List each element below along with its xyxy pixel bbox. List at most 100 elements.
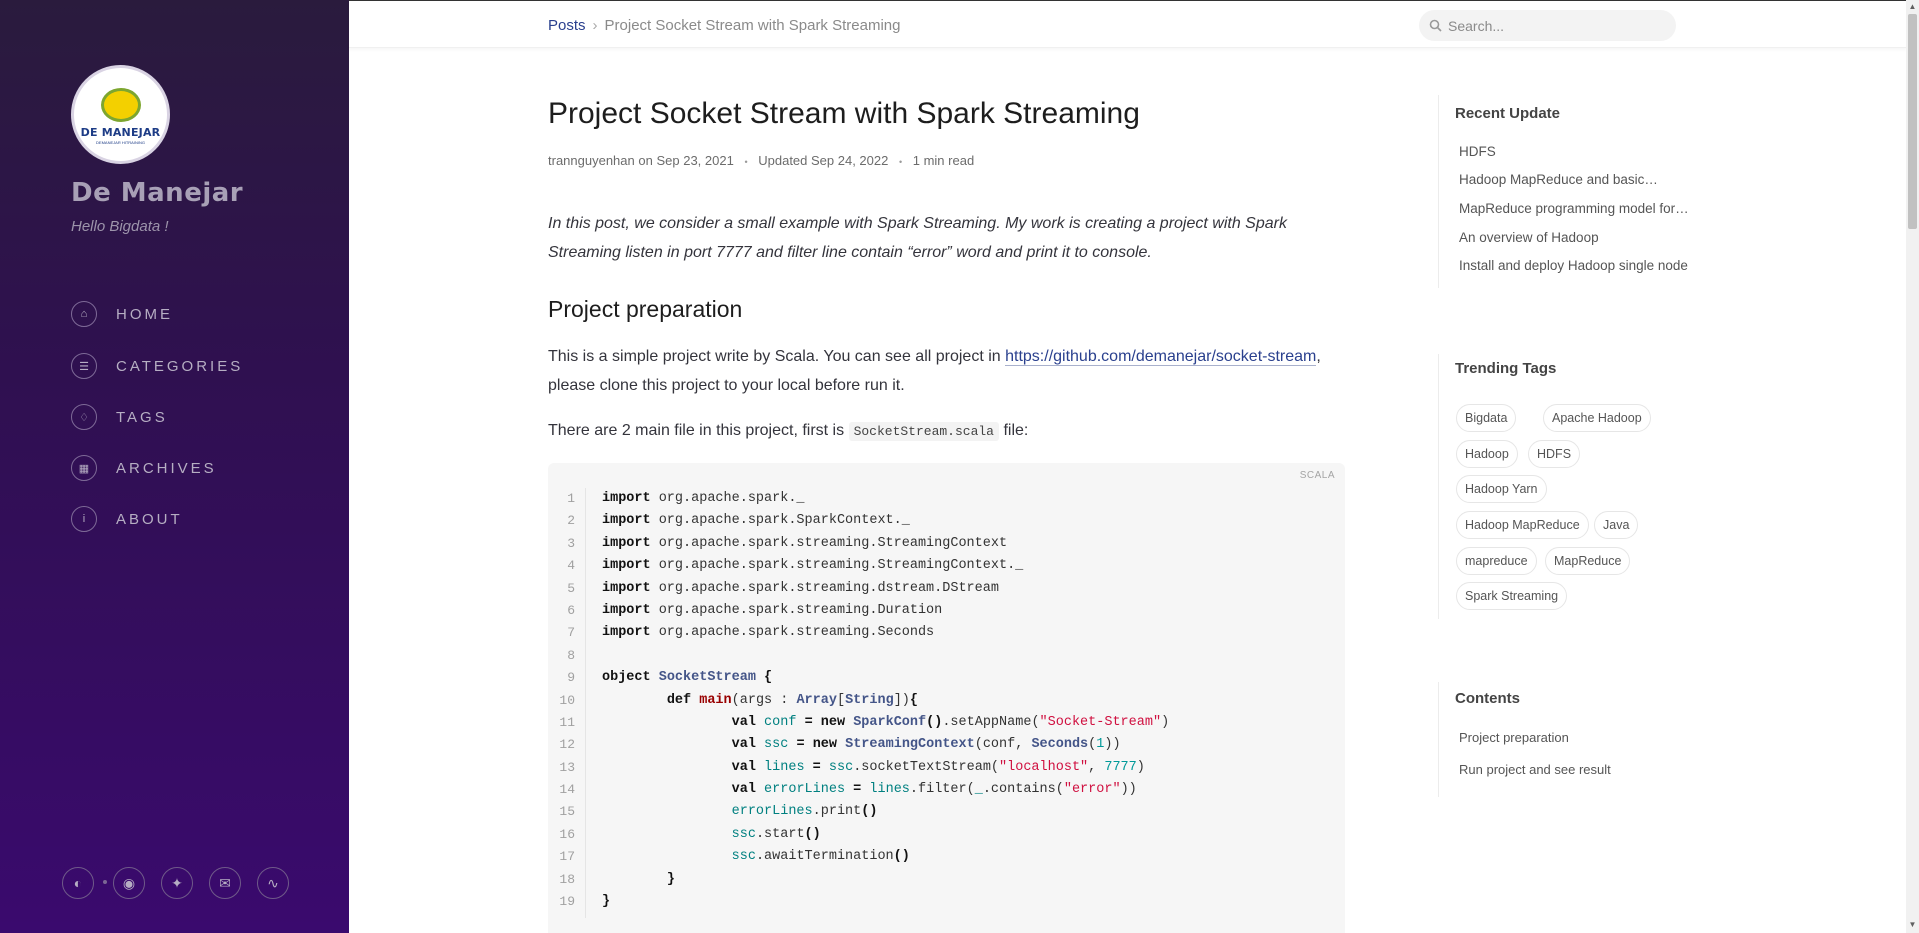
line-number: 15 [559, 804, 575, 820]
code-language-label: SCALA [1299, 470, 1335, 481]
trending-tags-panel: Trending Tags Bigdata Apache Hadoop Hado… [1438, 354, 1651, 619]
line-number: 16 [559, 826, 575, 842]
tag-chip[interactable]: Hadoop [1456, 440, 1518, 468]
nav-categories[interactable]: ☰ CATEGORIES [71, 352, 243, 380]
recent-item[interactable]: MapReduce programming model for… [1459, 201, 1689, 216]
tags-icon: ♢ [71, 404, 97, 430]
scroll-up-arrow-icon[interactable]: ▲ [1908, 2, 1917, 11]
recent-item[interactable]: An overview of Hadoop [1459, 230, 1599, 245]
nav-tags[interactable]: ♢ TAGS [71, 403, 168, 431]
line-number: 9 [567, 670, 575, 686]
list-icon: ☰ [71, 353, 97, 379]
github-button[interactable]: ◉ [113, 867, 145, 899]
breadcrumb-posts-link[interactable]: Posts [548, 17, 586, 34]
code-line: ssc.start() [731, 826, 821, 842]
search-box[interactable] [1419, 10, 1676, 41]
post-title: Project Socket Stream with Spark Streami… [548, 97, 1140, 130]
search-icon [1429, 19, 1442, 32]
tag-chip[interactable]: Spark Streaming [1456, 582, 1568, 610]
post-meta: trannguyenhan on Sep 23, 2021 • Updated … [548, 153, 974, 168]
nav-label: CATEGORIES [116, 357, 244, 375]
tag-chip[interactable]: MapReduce [1545, 547, 1631, 575]
scroll-down-arrow-icon[interactable]: ▼ [1908, 920, 1917, 929]
line-number: 6 [567, 602, 575, 618]
paragraph-text: This is a simple project write by Scala.… [548, 348, 1006, 365]
meta-dot: • [744, 157, 748, 167]
toc-item[interactable]: Run project and see result [1459, 762, 1611, 777]
tag-chip[interactable]: Bigdata [1456, 404, 1517, 432]
code-line: object SocketStream { [602, 670, 773, 686]
site-title[interactable]: De Manejar [71, 178, 243, 208]
trending-tags-title: Trending Tags [1455, 360, 1557, 377]
rss-button[interactable]: ∿ [257, 867, 289, 899]
line-number: 7 [567, 625, 575, 641]
archive-icon: ▦ [71, 455, 97, 481]
tag-chip[interactable]: Hadoop MapReduce [1456, 511, 1589, 539]
github-repo-link[interactable]: https://github.com/demanejar/socket-stre… [1005, 348, 1317, 366]
sidebar: DE MANEJAR DEMANEJAR HITRAINING De Manej… [0, 0, 349, 933]
theme-toggle-icon: ◐ [73, 875, 83, 891]
recent-item[interactable]: Install and deploy Hadoop single node [1459, 258, 1688, 273]
nav-about[interactable]: i ABOUT [71, 505, 183, 533]
line-numbers: 1 2 3 4 5 6 7 8 9 10 11 12 13 14 15 16 17 18 19 [548, 488, 586, 918]
recent-item[interactable]: Hadoop MapReduce and basic… [1459, 172, 1658, 187]
post-intro: In this post, we consider a small exampl… [548, 215, 1287, 261]
twitter-button[interactable]: ✦ [161, 867, 193, 899]
code-line: val lines = ssc.socketTextStream("localh… [731, 759, 1145, 775]
paragraph: This is a simple project write by Scala.… [548, 342, 1345, 400]
github-icon: ◉ [122, 874, 136, 891]
recent-item[interactable]: HDFS [1459, 144, 1496, 159]
line-number: 4 [567, 558, 575, 574]
twitter-icon: ✦ [171, 874, 183, 891]
meta-dot: • [898, 157, 903, 167]
nav-label: ABOUT [116, 510, 183, 528]
info-icon: i [71, 506, 97, 532]
nav-label: ARCHIVES [116, 459, 217, 477]
nav-archives[interactable]: ▦ ARCHIVES [71, 454, 217, 482]
code-line: import org.apache.spark.streaming.Durati… [602, 602, 943, 618]
tag-chip[interactable]: HDFS [1528, 440, 1581, 468]
search-input[interactable] [1448, 17, 1668, 34]
nav-label: HOME [116, 305, 173, 323]
recent-update-title: Recent Update [1455, 105, 1561, 122]
post-read-time: 1 min read [912, 153, 975, 168]
line-number: 19 [559, 894, 575, 910]
tag-chip[interactable]: Hadoop Yarn [1456, 475, 1547, 503]
email-icon: ✉ [219, 874, 231, 891]
post-date: Sep 23, 2021 [656, 153, 734, 168]
theme-toggle-button[interactable]: ◐ [62, 867, 94, 899]
code-line: errorLines.print() [731, 804, 878, 820]
code-line: ssc.awaitTermination() [731, 849, 910, 865]
home-icon: ⌂ [71, 301, 97, 327]
line-number: 18 [559, 871, 575, 887]
email-button[interactable]: ✉ [209, 867, 241, 899]
line-number: 12 [559, 737, 575, 753]
breadcrumb-separator: › [592, 17, 598, 34]
scrollbar-thumb[interactable] [1908, 14, 1917, 229]
code-line: val errorLines = lines.filter(_.contains… [731, 782, 1137, 798]
nav-label: TAGS [116, 408, 168, 426]
post-author[interactable]: trannguyenhan [548, 153, 635, 168]
topbar: Posts › Project Socket Stream with Spark S… [349, 0, 1906, 48]
toc-item[interactable]: Project preparation [1459, 730, 1569, 745]
code-line: def main(args : Array[String]){ [666, 692, 918, 708]
section-heading: Project preparation [548, 296, 743, 322]
line-number: 17 [559, 849, 575, 865]
code-line: import org.apache.spark.streaming.Stream… [602, 535, 1008, 551]
code-line: import org.apache.spark.SparkContext._ [602, 513, 910, 529]
line-number: 10 [559, 692, 575, 708]
line-number: 8 [567, 647, 575, 663]
tag-chip[interactable]: mapreduce [1456, 547, 1537, 575]
page-scrollbar[interactable]: ▲ ▼ [1906, 0, 1919, 933]
rss-icon: ∿ [267, 874, 279, 891]
code-line: import org.apache.spark.streaming.dstrea… [602, 580, 999, 596]
post-updated: Updated Sep 24, 2022 [758, 153, 889, 168]
avatar[interactable]: DE MANEJAR DEMANEJAR HITRAINING [71, 65, 170, 164]
tag-chip[interactable]: Apache Hadoop [1543, 404, 1651, 432]
recent-update-panel: Recent Update HDFS Hadoop MapReduce and … [1438, 95, 1689, 288]
line-number: 11 [559, 714, 575, 730]
code-line: } [602, 894, 611, 910]
tag-chip[interactable]: Java [1594, 511, 1639, 539]
nav-home[interactable]: ⌂ HOME [71, 300, 173, 328]
